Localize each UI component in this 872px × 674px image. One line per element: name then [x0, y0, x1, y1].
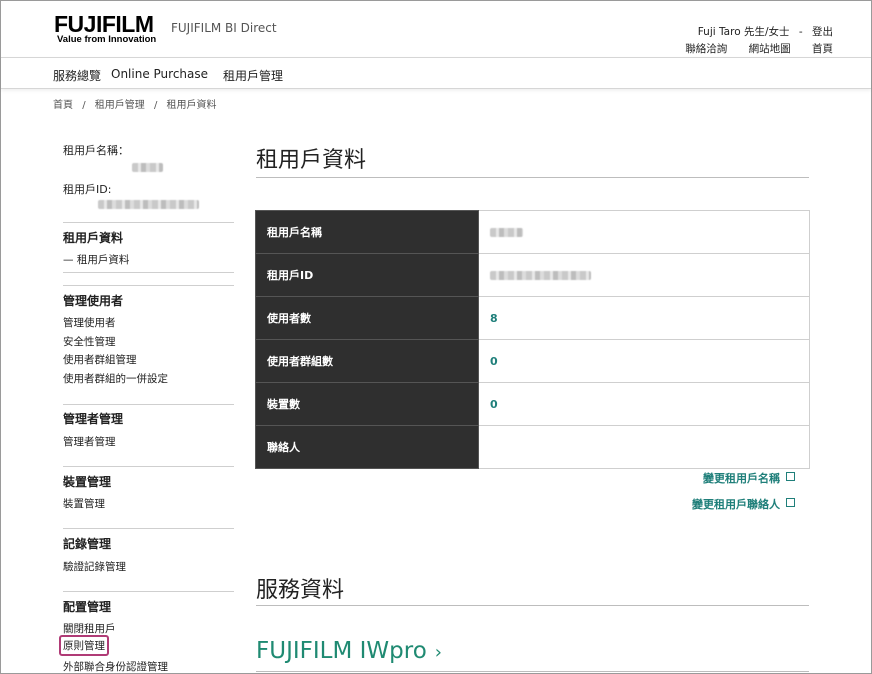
sidebar-divider — [63, 404, 234, 405]
table-row: 租用戶ID — [255, 253, 810, 297]
nav-tenant-management[interactable]: 租用戶管理 — [223, 67, 283, 84]
sidebar-item-federated-auth[interactable]: 外部聯合身份認證管理 — [63, 659, 168, 674]
breadcrumb-separator: / — [153, 100, 158, 111]
tenant-name-redacted — [132, 163, 163, 172]
table-row: 使用者群組數 0 — [255, 339, 810, 383]
product-link-iwpro[interactable]: FUJIFILM IWpro › — [256, 638, 442, 664]
sidebar-item-auth-log[interactable]: 驗證記錄管理 — [63, 559, 126, 574]
site-name: FUJIFILM BI Direct — [171, 21, 277, 35]
row-label-tenant-name: 租用戶名稱 — [255, 210, 479, 254]
tenant-name-label: 租用戶名稱： — [63, 144, 129, 157]
external-link-icon — [786, 498, 795, 507]
sidebar-divider — [63, 466, 234, 467]
row-value-device-count[interactable]: 0 — [478, 382, 810, 426]
sidebar-section-device-management[interactable]: 裝置管理 — [63, 473, 111, 490]
tenant-id-redacted — [98, 200, 199, 209]
sidebar-section-admin-management[interactable]: 管理者管理 — [63, 410, 123, 427]
sidebar-item-user-groups[interactable]: 使用者群組管理 — [63, 352, 137, 367]
logout-link[interactable]: 登出 — [812, 26, 833, 38]
sidebar-section-config-management[interactable]: 配置管理 — [63, 598, 111, 615]
row-value-group-count[interactable]: 0 — [478, 339, 810, 383]
title-underline — [256, 177, 809, 178]
row-label-contact: 聯絡人 — [255, 425, 479, 469]
row-label-device-count: 裝置數 — [255, 382, 479, 426]
logo-tagline: Value from Innovation — [57, 34, 157, 45]
nav-service-overview[interactable]: 服務總覽 — [53, 67, 101, 84]
user-separator: - — [798, 26, 803, 38]
sidebar-item-admin-management[interactable]: 管理者管理 — [63, 434, 116, 449]
breadcrumb-tenant-management[interactable]: 租用戶管理 — [95, 100, 145, 111]
sidebar-item-close-tenant[interactable]: 關閉租用戶 — [63, 621, 116, 636]
sidebar-section-log-management[interactable]: 記錄管理 — [63, 535, 111, 552]
breadcrumb-current: 租用戶資料 — [166, 100, 217, 111]
breadcrumb-separator: / — [82, 100, 86, 111]
change-tenant-name-label: 變更租用戶名稱 — [703, 472, 780, 485]
breadcrumb: 首頁 / 租用戶管理 / 租用戶資料 — [53, 96, 223, 111]
sidebar-divider — [63, 591, 234, 592]
external-link-icon — [786, 472, 795, 481]
user-name: Fuji Taro 先生/女士 — [697, 26, 790, 38]
sidebar-item-manage-users[interactable]: 管理使用者 — [63, 315, 116, 330]
sidebar-item-user-groups-bulk[interactable]: 使用者群組的一併設定 — [63, 371, 168, 386]
sidebar-item-policy-management[interactable]: 原則管理 — [59, 635, 109, 656]
sitemap-link[interactable]: 網站地圖 — [749, 43, 791, 55]
sidebar-item-security[interactable]: 安全性管理 — [63, 334, 116, 349]
table-row: 租用戶名稱 — [255, 210, 810, 254]
sidebar-divider — [63, 222, 234, 223]
sidebar-divider — [63, 285, 234, 286]
table-row: 裝置數 0 — [255, 382, 810, 426]
change-tenant-contact-link[interactable]: 變更租用戶聯絡人 — [692, 496, 795, 512]
row-value-contact — [478, 425, 810, 469]
sidebar-item-tenant-info[interactable]: — 租用戶資料 — [63, 252, 129, 267]
contact-link[interactable]: 聯絡洽詢 — [685, 43, 727, 55]
sidebar-section-user-management[interactable]: 管理使用者 — [63, 292, 123, 309]
top-navigation: 服務總覽 Online Purchase 租用戶管理 — [1, 57, 871, 89]
sidebar-item-device-management[interactable]: 裝置管理 — [63, 496, 105, 511]
service-title-underline — [256, 605, 809, 606]
table-row: 聯絡人 — [255, 425, 810, 469]
header-links: 聯絡洽詢 網站地圖 首頁 — [667, 41, 833, 56]
sidebar-divider — [63, 528, 234, 529]
change-tenant-contact-label: 變更租用戶聯絡人 — [692, 498, 780, 511]
sidebar-section-tenant-info[interactable]: 租用戶資料 — [63, 229, 123, 246]
breadcrumb-home[interactable]: 首頁 — [53, 100, 73, 111]
tenant-id-label: 租用戶ID: — [63, 183, 112, 196]
table-row: 使用者數 8 — [255, 296, 810, 340]
product-name: FUJIFILM IWpro — [256, 638, 427, 664]
sidebar-divider — [63, 272, 234, 273]
nav-online-purchase[interactable]: Online Purchase — [111, 67, 208, 81]
user-bar: Fuji Taro 先生/女士 - 登出 — [692, 24, 833, 39]
row-label-user-count: 使用者數 — [255, 296, 479, 340]
row-value-user-count[interactable]: 8 — [478, 296, 810, 340]
home-link[interactable]: 首頁 — [812, 43, 833, 55]
page-title: 租用戶資料 — [256, 148, 367, 173]
row-label-group-count: 使用者群組數 — [255, 339, 479, 383]
service-section-title: 服務資料 — [256, 578, 345, 603]
tenant-info-table: 租用戶名稱 租用戶ID 使用者數 8 使用者群組數 0 裝置數 0 聯絡人 — [255, 210, 810, 469]
product-underline — [256, 671, 809, 672]
row-label-tenant-id: 租用戶ID — [255, 253, 479, 297]
row-value-tenant-name — [478, 210, 810, 254]
row-value-tenant-id — [478, 253, 810, 297]
browser-frame: FUJIFILM Value from Innovation FUJIFILM … — [0, 0, 872, 674]
change-tenant-name-link[interactable]: 變更租用戶名稱 — [703, 470, 795, 486]
chevron-right-icon: › — [434, 642, 442, 663]
